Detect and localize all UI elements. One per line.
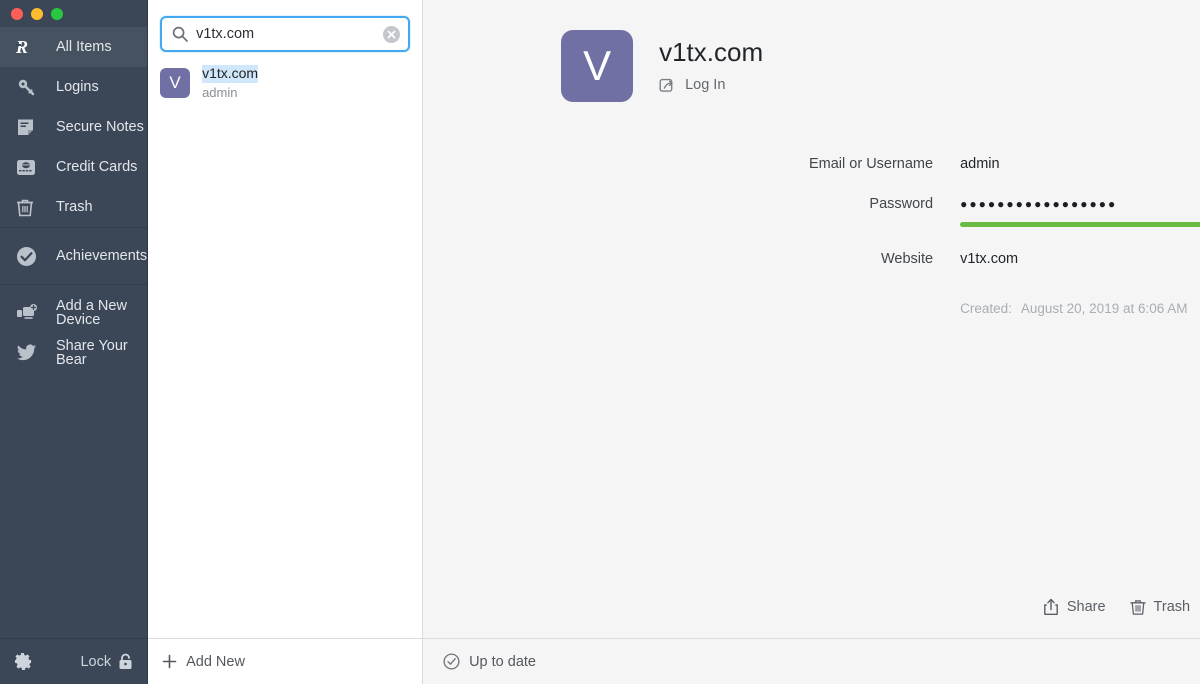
sidebar-item-label: Trash (56, 198, 93, 215)
sidebar-item-label: Secure Notes (56, 118, 144, 135)
sidebar-item-label: Add a New Device (56, 297, 127, 328)
lock-icon (118, 653, 133, 670)
sidebar-item-achievements[interactable]: Achievements (0, 236, 147, 276)
sidebar-item-all-items[interactable]: R All Items (0, 27, 148, 67)
search-container (148, 0, 422, 52)
detail-header-text: v1tx.com Log In (659, 37, 764, 94)
results-column: V v1tx.com admin Add New (148, 0, 424, 684)
field-value[interactable]: v1tx.com (960, 251, 1018, 267)
note-icon (16, 115, 46, 139)
sidebar-item-secure-notes[interactable]: Secure Notes (0, 107, 147, 147)
svg-text:R: R (16, 38, 28, 56)
sidebar-item-label: Achievements (56, 247, 148, 264)
sidebar-item-label: All Items (56, 38, 112, 55)
sidebar-group-extras: Add a New Device Share Your Bear (0, 285, 147, 373)
window-traffic-lights (0, 0, 147, 27)
result-list: V v1tx.com admin (148, 60, 422, 638)
check-circle-icon (16, 244, 46, 268)
detail-body: V v1tx.com Log In Email or Username admi… (423, 0, 1200, 638)
check-circle-outline-icon (443, 653, 460, 670)
detail-fields: Email or Username admin Password ●●●●●●●… (423, 156, 1200, 316)
search-input[interactable] (196, 26, 384, 42)
password-value[interactable]: ●●●●●●●●●●●●●●●●● (960, 197, 1117, 211)
trash-label: Trash (1153, 599, 1191, 615)
field-label: Password (869, 196, 934, 212)
field-email-or-username: Email or Username admin (423, 156, 1200, 172)
add-new-label: Add New (186, 653, 245, 670)
remembear-logo-icon: R (16, 35, 46, 59)
field-value[interactable]: admin (960, 156, 1000, 172)
sidebar-item-logins[interactable]: Logins (0, 67, 147, 107)
twitter-icon (16, 341, 46, 365)
plus-icon (162, 654, 177, 669)
share-label: Share (1066, 599, 1106, 615)
sync-status-label: Up to date (469, 653, 536, 670)
add-device-icon (16, 301, 46, 325)
log-in-button[interactable]: Log In (659, 77, 763, 94)
sidebar-item-share-your-bear[interactable]: Share Your Bear (0, 333, 147, 373)
share-button[interactable]: Share (1043, 598, 1106, 616)
detail-avatar: V (561, 30, 634, 102)
key-icon (16, 75, 46, 99)
close-button[interactable] (11, 7, 23, 20)
sidebar-item-label: Logins (56, 78, 99, 95)
list-item-title: v1tx.com (202, 65, 259, 83)
minimize-button[interactable] (31, 7, 43, 20)
sidebar-group-achievements: Achievements (0, 228, 148, 285)
add-new-button[interactable]: Add New (148, 638, 423, 684)
detail-header: V v1tx.com Log In (423, 30, 1200, 102)
sidebar-item-trash[interactable]: Trash (0, 187, 147, 227)
password-strength-bar (960, 222, 1200, 227)
sidebar-item-add-a-new-device[interactable]: Add a New Device (0, 293, 147, 333)
sidebar-nav: R All Items Logins Secure Notes Credit C… (0, 27, 148, 373)
search-clear-button[interactable] (383, 25, 401, 43)
detail-panel: V v1tx.com Log In Email or Username admi… (423, 0, 1200, 684)
sidebar-item-label: Credit Cards (56, 158, 138, 175)
field-label: Website (880, 251, 934, 267)
avatar: V (160, 67, 191, 98)
lock-button[interactable]: Lock (80, 653, 133, 670)
list-item-subtitle: admin (202, 84, 238, 100)
password-strength-meter (960, 222, 1200, 227)
field-website: Website v1tx.com (423, 251, 1200, 267)
app-window: R All Items Logins Secure Notes Credit C… (0, 0, 1200, 684)
trash-icon (1129, 598, 1146, 616)
created-timestamp: Created: August 20, 2019 at 6:06 AM (960, 301, 1200, 316)
search-icon (172, 26, 188, 42)
detail-actions: Share Trash (1043, 598, 1200, 616)
status-bar: Up to date (423, 638, 1200, 684)
field-password: Password ●●●●●●●●●●●●●●●●● (423, 196, 1200, 212)
sidebar-item-credit-cards[interactable]: Credit Cards (0, 147, 147, 187)
field-label: Email or Username (808, 156, 934, 172)
gear-icon[interactable] (14, 652, 33, 671)
lock-label: Lock (80, 653, 112, 670)
created-label: Created: (960, 301, 1012, 316)
list-item[interactable]: V v1tx.com admin (148, 60, 422, 105)
sidebar-item-label: Share Your Bear (56, 337, 128, 368)
share-icon (1043, 598, 1059, 616)
sidebar: R All Items Logins Secure Notes Credit C… (0, 0, 149, 684)
zoom-button[interactable] (51, 7, 63, 20)
page-title: v1tx.com (659, 37, 764, 68)
search-box[interactable] (160, 16, 411, 52)
trash-button[interactable]: Trash (1129, 598, 1191, 616)
created-value: August 20, 2019 at 6:06 AM (1020, 301, 1188, 316)
sidebar-footer: Lock (0, 638, 148, 684)
log-in-label: Log In (685, 77, 726, 94)
credit-card-icon (16, 155, 46, 179)
trash-icon (16, 195, 46, 219)
list-item-text: v1tx.com admin (202, 65, 259, 100)
external-link-icon (659, 77, 676, 94)
sidebar-group-primary: R All Items Logins Secure Notes Credit C… (0, 27, 148, 228)
